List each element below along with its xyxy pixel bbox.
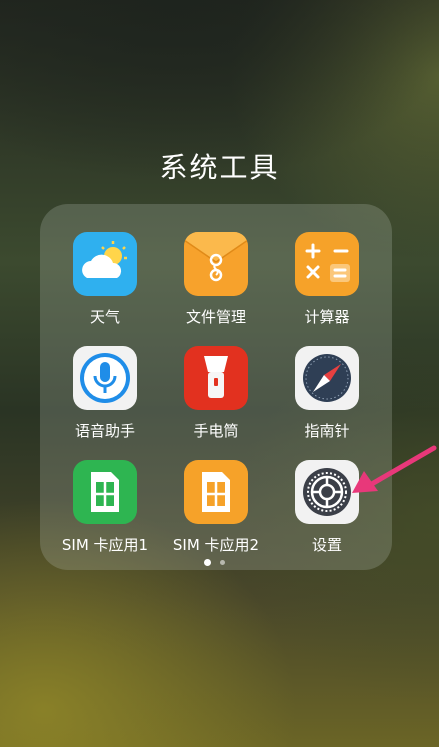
arrow-icon	[350, 445, 438, 501]
sim-card-2-icon	[184, 460, 248, 524]
app-label: SIM 卡应用1	[61, 536, 149, 554]
app-weather[interactable]: 天气	[50, 232, 160, 327]
app-file-manager[interactable]: 文件管理	[161, 232, 271, 327]
page-dot	[220, 560, 225, 565]
app-label: 计算器	[304, 308, 350, 326]
folder-title: 系统工具	[159, 151, 280, 184]
file-manager-icon	[184, 232, 248, 296]
calculator-icon	[295, 232, 359, 296]
app-label: 设置	[311, 536, 342, 554]
sim-card-1-icon	[73, 460, 137, 524]
app-label: 天气	[89, 308, 120, 326]
voice-assistant-icon	[73, 346, 137, 410]
flashlight-icon	[184, 346, 248, 410]
app-label: 语音助手	[74, 422, 135, 440]
app-label: 指南针	[304, 422, 350, 440]
app-voice-assistant[interactable]: 语音助手	[50, 346, 160, 441]
app-compass[interactable]: 指南针	[272, 346, 382, 441]
weather-icon	[73, 232, 137, 296]
app-label: 文件管理	[185, 308, 246, 326]
app-sim-card-1[interactable]: SIM 卡应用1	[50, 460, 160, 555]
app-sim-card-2[interactable]: SIM 卡应用2	[161, 460, 271, 555]
app-calculator[interactable]: 计算器	[272, 232, 382, 327]
app-label: 手电筒	[193, 422, 239, 440]
compass-icon	[295, 346, 359, 410]
page-dot-active	[204, 559, 211, 566]
app-label: SIM 卡应用2	[172, 536, 260, 554]
page-indicator	[204, 559, 234, 567]
app-flashlight[interactable]: 手电筒	[161, 346, 271, 441]
